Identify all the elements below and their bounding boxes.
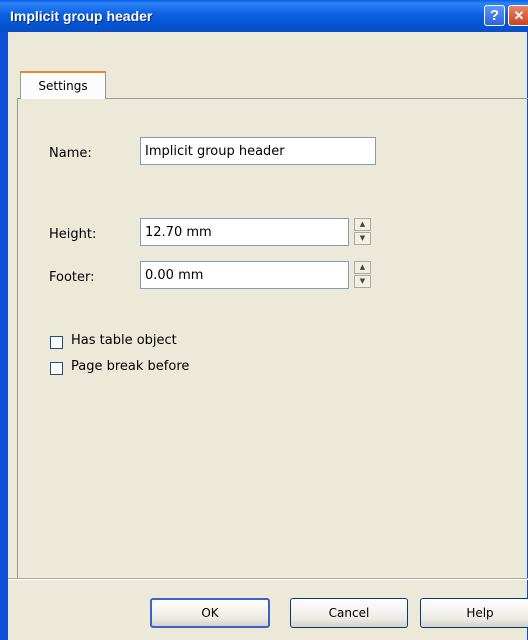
title-bar[interactable]: Implicit group header ? ✕ bbox=[0, 0, 528, 32]
footer-stepper[interactable]: ▲ ▼ bbox=[354, 261, 371, 289]
has-table-label[interactable]: Has table object bbox=[71, 333, 177, 348]
cancel-button[interactable]: Cancel bbox=[290, 598, 408, 628]
footer-step-up-icon[interactable]: ▲ bbox=[354, 261, 371, 274]
height-field[interactable] bbox=[140, 218, 349, 246]
has-table-checkbox[interactable] bbox=[50, 336, 63, 349]
height-label: Height: bbox=[49, 227, 97, 242]
window-frame-left bbox=[0, 32, 8, 640]
page-break-checkbox[interactable] bbox=[50, 362, 63, 375]
ok-button[interactable]: OK bbox=[150, 598, 270, 628]
footer-step-down-icon[interactable]: ▼ bbox=[354, 275, 371, 288]
height-stepper[interactable]: ▲ ▼ bbox=[354, 218, 371, 246]
footer-label: Footer: bbox=[49, 270, 95, 285]
window-title: Implicit group header bbox=[10, 8, 153, 24]
page-break-label[interactable]: Page break before bbox=[71, 359, 189, 374]
tab-settings[interactable]: Settings bbox=[20, 71, 106, 99]
close-icon[interactable]: ✕ bbox=[508, 5, 528, 26]
help-icon[interactable]: ? bbox=[484, 5, 505, 26]
help-button[interactable]: Help bbox=[420, 598, 528, 628]
height-step-down-icon[interactable]: ▼ bbox=[354, 232, 371, 245]
footer-separator bbox=[8, 578, 528, 580]
name-field[interactable] bbox=[140, 137, 376, 165]
footer-field[interactable] bbox=[140, 261, 349, 289]
height-step-up-icon[interactable]: ▲ bbox=[354, 218, 371, 231]
name-label: Name: bbox=[49, 146, 92, 161]
